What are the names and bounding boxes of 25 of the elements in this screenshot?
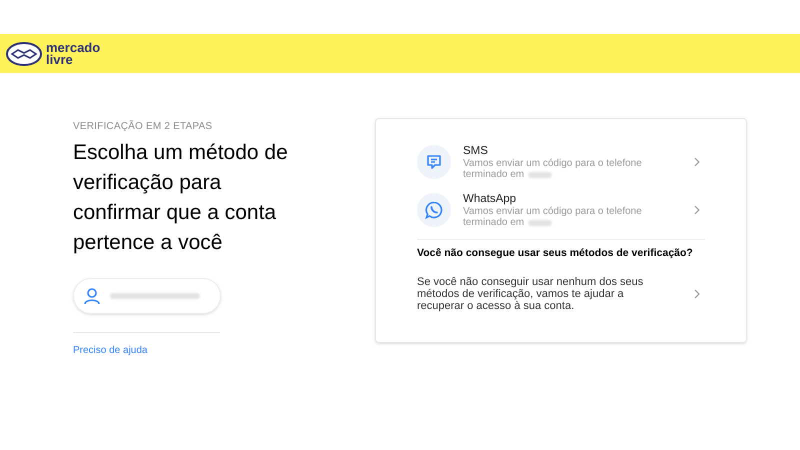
chevron-right-icon (694, 288, 700, 299)
recovery-text: Se você não conseguir usar nenhum dos seus métodos de verificação, vamos te ajudar a recuperar o acesso à sua conta. (417, 276, 644, 312)
help-link[interactable]: Preciso de ajuda (73, 343, 375, 358)
method-option[interactable]: SMS Vamos enviar um código para o telefone terminado em (417, 139, 705, 185)
method-description: terminado em (463, 169, 524, 180)
method-description: Vamos enviar um código para o telefone (463, 158, 643, 169)
message-icon (426, 154, 442, 170)
step-label: VERIFICAÇÃO EM 2 ETAPAS (73, 119, 214, 134)
method-description: terminado em (463, 217, 524, 228)
recovery-option[interactable]: Se você não conseguir usar nenhum dos seus métodos de verificação, vamos te ajudar a recuperar o acesso à sua conta. (417, 276, 705, 312)
method-description: Vamos enviar um código para o telefone (463, 206, 643, 217)
redacted-digits (528, 172, 552, 178)
recovery-question: Você não consegue usar seus métodos de verificação? (417, 246, 694, 261)
page-heading: Escolha um método de verificação para confirmar que a conta pertence a você (73, 140, 289, 256)
method-option[interactable]: WhatsApp Vamos enviar um código para o telefone terminado em (417, 187, 705, 233)
method-title: WhatsApp (463, 192, 518, 206)
chevron-right-icon (694, 205, 700, 215)
logo-link[interactable]: mercado livre (6, 42, 100, 66)
user-icon (84, 287, 100, 305)
logo-text: livre (46, 54, 73, 66)
chevron-right-icon (694, 157, 700, 167)
redacted-digits (528, 220, 552, 226)
logo-text: mercado (46, 42, 100, 54)
chat-phone-icon (425, 201, 443, 219)
method-title: SMS (463, 144, 489, 158)
